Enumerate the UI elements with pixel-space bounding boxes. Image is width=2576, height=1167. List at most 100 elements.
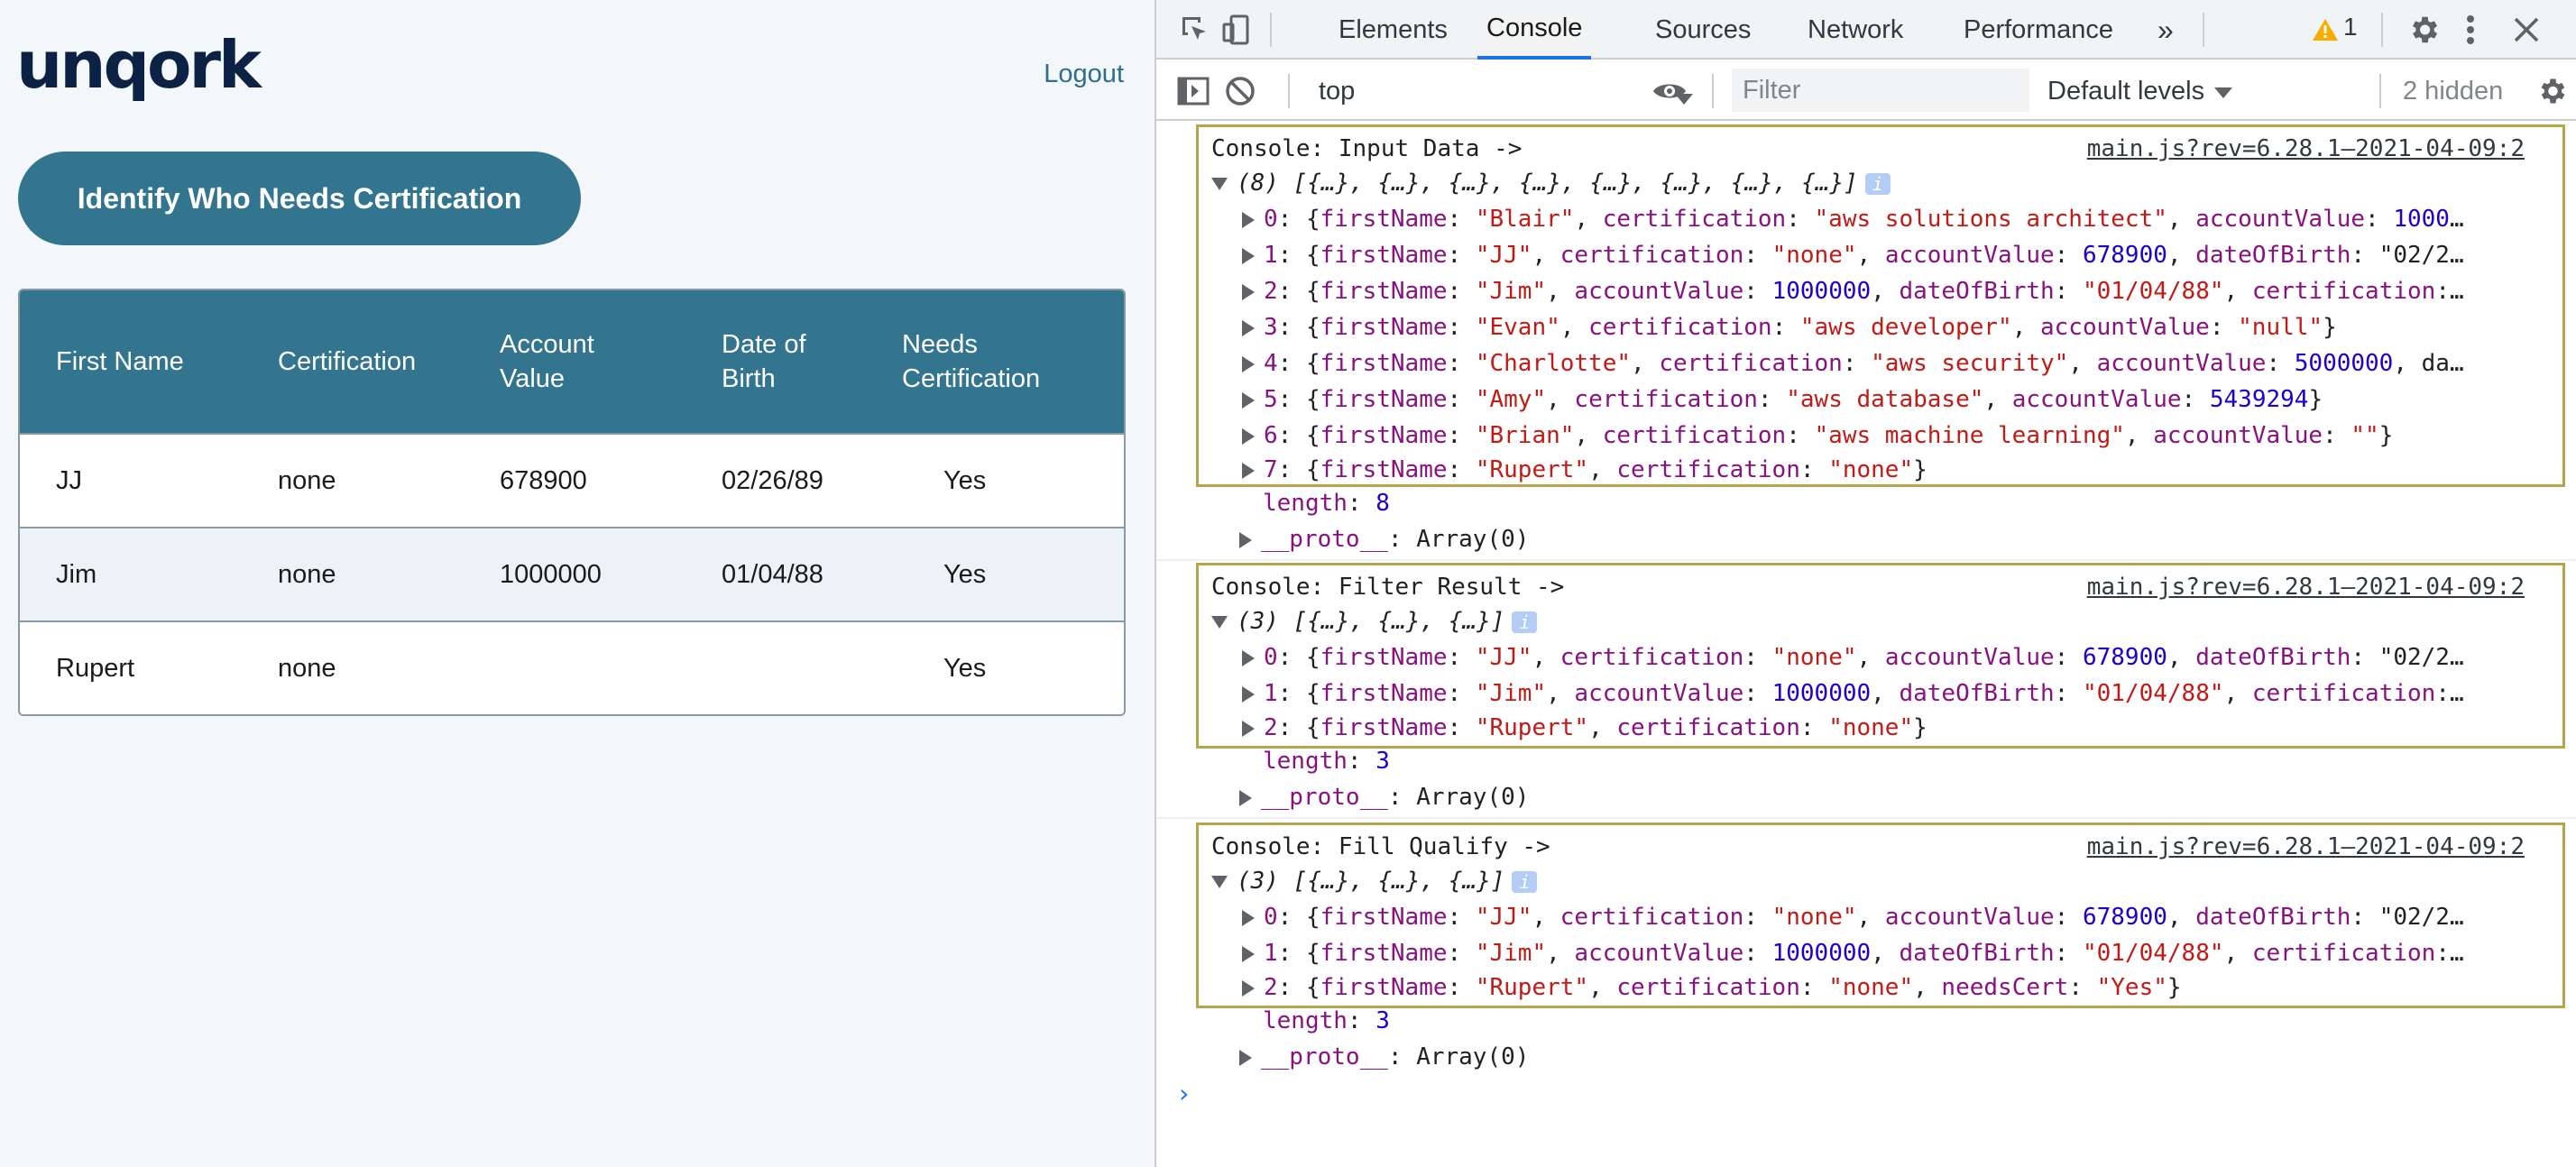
expanded-triangle-icon [1211,177,1228,190]
close-icon[interactable] [2507,11,2545,49]
cell-date-of-birth [685,622,907,714]
cell-needs-certification: Yes [943,465,987,495]
collapsed-triangle-icon [1242,283,1255,300]
context-value: top [1319,76,1356,106]
live-expression-eye-icon[interactable] [1651,72,1688,110]
array-summary-row[interactable]: (8) [{…}, {…}, {…}, {…}, {…}, {…}, {…}, … [1211,165,1891,201]
sidebar-toggle-icon[interactable] [1174,72,1212,110]
collapsed-triangle-icon [1242,649,1255,666]
array-summary-row[interactable]: (3) [{…}, {…}, {…}] i [1211,603,1538,639]
table-row: Jim none 1000000 01/04/88 Yes [20,527,1124,620]
array-item[interactable]: 5: {firstName: "Amy", certification: "aw… [1242,381,2564,418]
array-item-text: 5: {firstName: "Amy", certification: "aw… [1264,386,2323,413]
expanded-triangle-icon [1211,875,1228,888]
array-item[interactable]: 0: {firstName: "JJ", certification: "non… [1242,899,2564,935]
console-filter-input[interactable] [1732,69,2029,112]
tab-performance[interactable]: Performance [1964,0,2113,60]
logout-link[interactable]: Logout [1044,60,1124,89]
toolbar-divider [1712,74,1714,108]
table-row: JJ none 678900 02/26/89 Yes [20,433,1124,527]
header-certification: Certification [278,347,417,376]
context-selector[interactable]: top [1315,70,1694,112]
array-item[interactable]: 6: {firstName: "Brian", certification: "… [1242,418,2564,454]
cell-certification: none [278,465,336,495]
tab-console[interactable]: Console [1477,0,1592,60]
expanded-triangle-icon [1211,615,1228,629]
warning-icon[interactable] [2309,11,2341,49]
tab-elements[interactable]: Elements [1339,0,1448,60]
cell-account-value: 678900 [500,465,587,495]
kebab-menu-icon[interactable] [2452,11,2489,49]
cell-date-of-birth: 01/04/88 [722,559,823,589]
info-icon: i [1864,172,1891,195]
cell-first-name: Jim [56,559,97,589]
array-item[interactable]: 2: {firstName: "Rupert", certification: … [1242,710,2564,746]
warning-count: 1 [2343,13,2358,41]
console-settings-gear-icon[interactable] [2533,72,2571,110]
tab-network[interactable]: Network [1808,0,1903,60]
settings-gear-icon[interactable] [2405,11,2443,49]
array-item[interactable]: 1: {firstName: "Jim", accountValue: 1000… [1242,675,2564,712]
header-account-value: Account Value [500,330,594,393]
console-prompt-icon[interactable]: › [1176,1079,1191,1108]
array-item[interactable]: 1: {firstName: "Jim", accountValue: 1000… [1242,935,2564,971]
array-item[interactable]: 3: {firstName: "Evan", certification: "a… [1242,309,2564,345]
cell-certification: none [278,559,336,589]
array-item[interactable]: 2: {firstName: "Rupert", certification: … [1242,969,2564,1006]
group-title: Console: Fill Qualify -> [1211,833,1550,860]
array-item-text: 3: {firstName: "Evan", certification: "a… [1264,314,2337,341]
collapsed-triangle-icon [1242,211,1255,228]
array-item-text: 1: {firstName: "JJ", certification: "non… [1264,242,2464,269]
clear-console-icon[interactable] [1221,72,1259,110]
array-item[interactable]: 2: {firstName: "Jim", accountValue: 1000… [1242,273,2564,309]
array-proto[interactable]: __proto__: Array(0) [1239,779,1529,815]
source-link[interactable]: main.js?rev=6.28.1–2021-04-09:2 [2087,131,2525,167]
inspect-element-icon[interactable] [1176,11,1214,49]
toolbar-divider [2203,13,2204,47]
console-filter-bar: top Default levels 2 hidden [1156,61,2576,121]
more-tabs-icon[interactable]: » [2157,0,2174,60]
toolbar-divider [2379,74,2381,108]
info-icon: i [1512,611,1538,633]
array-length-value: 3 [1375,1007,1390,1034]
header-first-name: First Name [56,347,184,376]
console-group-input-data: Console: Input Data -> main.js?rev=6.28.… [1196,124,2565,487]
array-item-text: 6: {firstName: "Brian", certification: "… [1264,422,2394,449]
collapsed-triangle-icon [1242,355,1255,372]
identify-certification-button[interactable]: Identify Who Needs Certification [18,152,581,245]
array-proto-text: __proto__: Array(0) [1261,1043,1530,1071]
array-item-text: 4: {firstName: "Charlotte", certificatio… [1264,350,2464,377]
array-summary: (3) [{…}, {…}, {…}] [1237,868,1505,895]
array-item[interactable]: 1: {firstName: "JJ", certification: "non… [1242,237,2564,273]
unqork-logo: unqork [16,27,262,103]
tab-sources[interactable]: Sources [1655,0,1751,60]
array-item[interactable]: 0: {firstName: "Blair", certification: "… [1242,201,2564,237]
devtools-tab-bar: Elements Console Sources Network Perform… [1156,0,2576,60]
array-item-text: 2: {firstName: "Jim", accountValue: 1000… [1264,278,2464,305]
array-item-text: 0: {firstName: "JJ", certification: "non… [1264,644,2464,671]
array-item[interactable]: 4: {firstName: "Charlotte", certificatio… [1242,345,2564,381]
hidden-messages-count: 2 hidden [2403,76,2504,106]
array-item[interactable]: 7: {firstName: "Rupert", certification: … [1242,452,2564,488]
log-levels-label: Default levels [2047,76,2205,106]
array-proto-text: __proto__: Array(0) [1261,526,1530,553]
log-levels-dropdown[interactable]: Default levels [2047,70,2233,112]
console-group-fill-qualify: Console: Fill Qualify -> main.js?rev=6.2… [1196,822,2565,1008]
array-proto[interactable]: __proto__: Array(0) [1239,521,1529,557]
array-item[interactable]: 0: {firstName: "JJ", certification: "non… [1242,639,2564,675]
array-item-text: 0: {firstName: "Blair", certification: "… [1264,206,2464,233]
table-header: First Name Certification Account Value D… [20,290,1124,433]
source-link[interactable]: main.js?rev=6.28.1–2021-04-09:2 [2087,569,2525,605]
device-toolbar-icon[interactable] [1218,11,1256,49]
collapsed-triangle-icon [1242,247,1255,264]
source-link[interactable]: main.js?rev=6.28.1–2021-04-09:2 [2087,829,2525,865]
array-proto-text: __proto__: Array(0) [1261,784,1530,811]
certification-table: First Name Certification Account Value D… [18,289,1126,716]
array-proto[interactable]: __proto__: Array(0) [1239,1039,1529,1075]
array-length-value: 3 [1375,748,1390,775]
array-summary-row[interactable]: (3) [{…}, {…}, {…}] i [1211,863,1538,899]
cell-first-name: JJ [56,465,82,495]
collapsed-triangle-icon [1239,789,1252,806]
array-summary: (8) [{…}, {…}, {…}, {…}, {…}, {…}, {…}, … [1237,170,1858,197]
collapsed-triangle-icon [1242,720,1255,737]
